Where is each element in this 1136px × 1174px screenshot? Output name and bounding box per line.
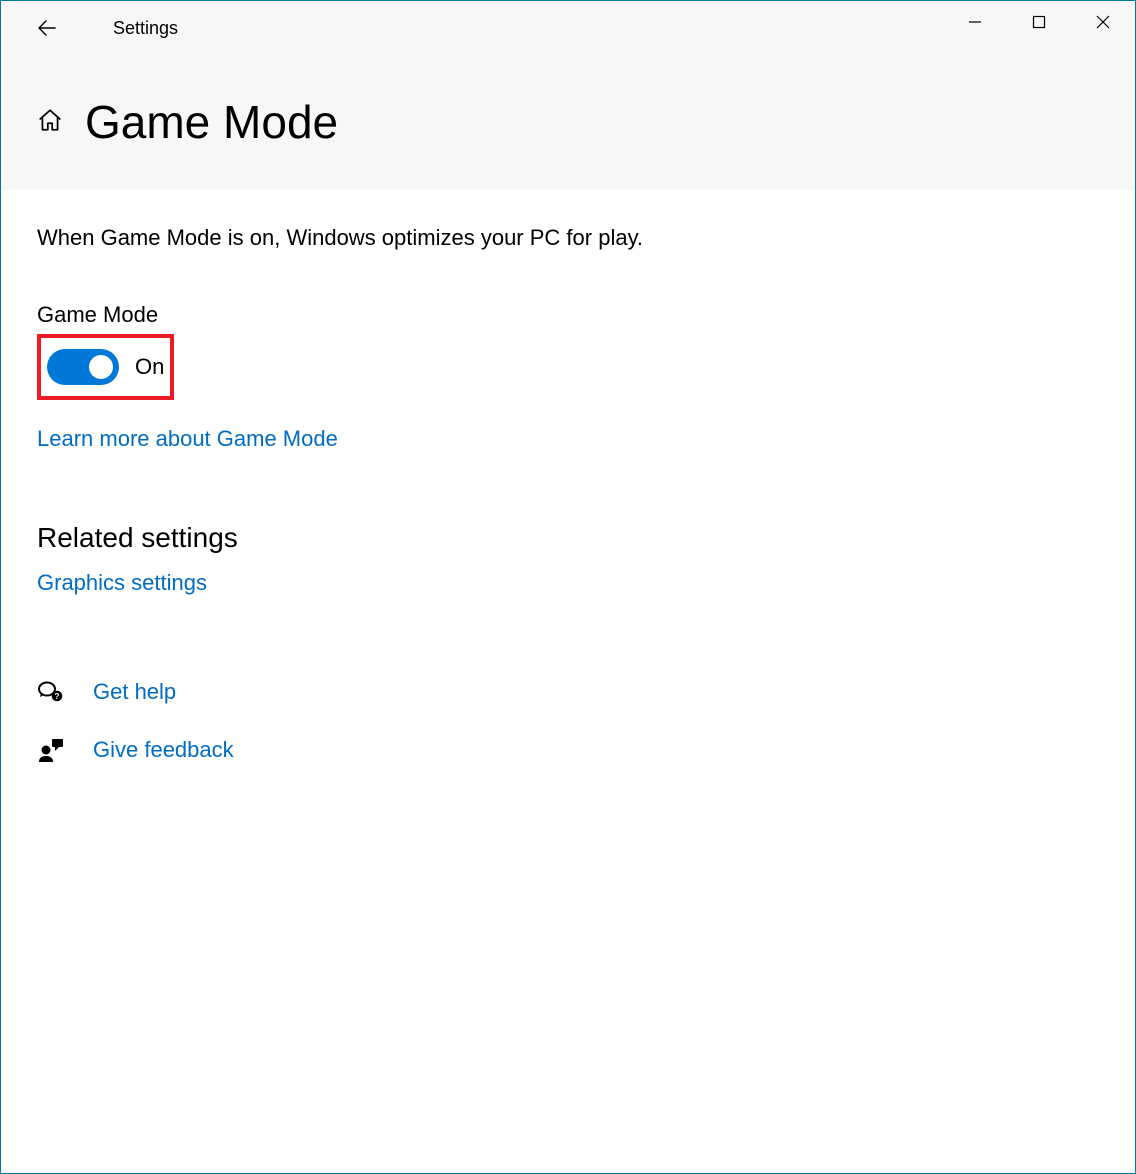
game-mode-toggle[interactable] (47, 349, 119, 385)
give-feedback-row: Give feedback (37, 736, 1099, 764)
close-icon (1096, 15, 1110, 29)
related-settings-heading: Related settings (37, 522, 1099, 554)
arrow-left-icon (37, 18, 57, 38)
give-feedback-link[interactable]: Give feedback (93, 737, 234, 763)
titlebar: Settings (1, 1, 1135, 55)
maximize-button[interactable] (1007, 1, 1071, 43)
setting-label: Game Mode (37, 302, 1099, 328)
help-icon: ? (37, 678, 65, 706)
feedback-icon (37, 736, 65, 764)
get-help-row: ? Get help (37, 678, 1099, 706)
home-icon[interactable] (37, 107, 63, 138)
toggle-knob (89, 355, 113, 379)
close-button[interactable] (1071, 1, 1135, 43)
svg-text:?: ? (55, 692, 60, 701)
toggle-state-text: On (135, 354, 164, 380)
graphics-settings-link[interactable]: Graphics settings (37, 570, 1099, 596)
back-button[interactable] (17, 4, 77, 52)
minimize-button[interactable] (943, 1, 1007, 43)
page-description: When Game Mode is on, Windows optimizes … (37, 223, 1099, 254)
maximize-icon (1032, 15, 1046, 29)
learn-more-link[interactable]: Learn more about Game Mode (37, 426, 1099, 452)
window-title: Settings (113, 18, 178, 39)
get-help-link[interactable]: Get help (93, 679, 176, 705)
page-title: Game Mode (85, 95, 338, 149)
game-mode-toggle-highlight: On (37, 334, 174, 400)
minimize-icon (968, 15, 982, 29)
